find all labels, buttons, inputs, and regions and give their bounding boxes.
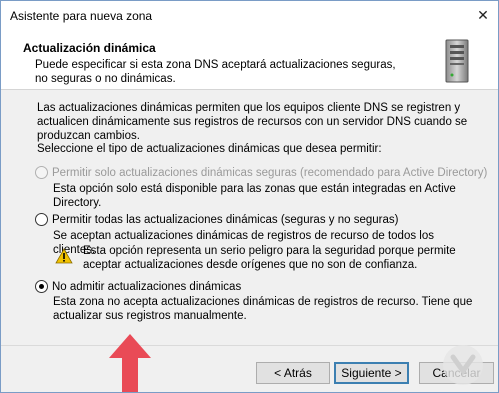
option-secure-only-description: Esta opción solo está disponible para la… xyxy=(53,183,456,209)
server-icon xyxy=(445,39,469,83)
watermark-logo-icon xyxy=(443,345,483,385)
title-bar: Asistente para nueva zona ✕ xyxy=(1,1,498,31)
pointer-arrow-icon xyxy=(109,334,151,392)
option-allow-all-label[interactable]: Permitir todas las actualizaciones dinám… xyxy=(52,214,398,226)
close-button[interactable]: ✕ xyxy=(472,5,494,25)
page-subtitle: Puede especificar si esta zona DNS acept… xyxy=(35,59,396,85)
page-title: Actualización dinámica xyxy=(23,41,156,55)
option-no-dynamic-label[interactable]: No admitir actualizaciones dinámicas xyxy=(52,281,241,293)
radio-no-dynamic[interactable] xyxy=(35,280,48,293)
radio-secure-only xyxy=(35,166,48,179)
wizard-window: Asistente para nueva zona ✕ Actualizació… xyxy=(0,0,499,393)
radio-allow-all[interactable] xyxy=(35,213,48,226)
option-secure-only: Permitir solo actualizaciones dinámicas … xyxy=(35,166,487,179)
next-button[interactable]: Siguiente > xyxy=(334,362,409,384)
wizard-footer: < Atrás Siguiente > Cancelar xyxy=(1,345,498,393)
option-secure-only-label: Permitir solo actualizaciones dinámicas … xyxy=(52,166,488,179)
selection-prompt: Seleccione el tipo de actualizaciones di… xyxy=(37,143,382,155)
warning-icon xyxy=(55,248,73,264)
wizard-header: Actualización dinámica Puede especificar… xyxy=(1,31,498,90)
option-allow-all[interactable]: Permitir todas las actualizaciones dinám… xyxy=(35,213,398,226)
intro-text: Las actualizaciones dinámicas permiten q… xyxy=(37,102,468,142)
option-allow-all-warning: Esta opción representa un serio peligro … xyxy=(83,245,456,271)
option-no-dynamic-description: Esta zona no acepta actualizaciones diná… xyxy=(53,296,473,322)
option-no-dynamic[interactable]: No admitir actualizaciones dinámicas xyxy=(35,280,241,293)
back-button[interactable]: < Atrás xyxy=(256,362,330,384)
wizard-content: Las actualizaciones dinámicas permiten q… xyxy=(1,90,498,345)
window-title: Asistente para nueva zona xyxy=(10,9,153,23)
